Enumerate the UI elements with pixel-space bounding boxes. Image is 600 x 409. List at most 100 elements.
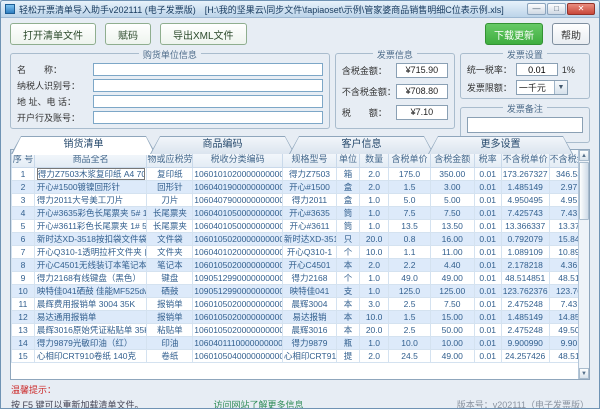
table-cell[interactable]: 2.5 [389,323,431,336]
table-cell[interactable]: 瓶 [337,336,360,349]
table-cell[interactable]: 回形针 [147,180,193,193]
table-cell[interactable]: 1060401900000000000 [193,180,283,193]
table-cell[interactable]: 7.50 [430,206,474,219]
table-cell[interactable]: 筒 [337,219,360,232]
row-number-cell[interactable]: 1 [12,167,35,180]
table-cell[interactable]: 得力2011 [282,193,336,206]
table-cell[interactable]: 4.950495 [501,193,549,206]
table-cell[interactable]: 支 [337,284,360,297]
table-cell[interactable]: 得力2011大号美工刀片 [34,193,147,206]
table-cell[interactable]: 1060105020000000000 [193,323,283,336]
table-cell[interactable]: 0.01 [474,336,501,349]
table-cell[interactable]: 13.366337 [501,219,549,232]
table-cell[interactable]: 笔记本 [147,258,193,271]
chevron-down-icon[interactable]: ▼ [554,81,567,94]
table-cell[interactable]: 0.01 [474,245,501,258]
table-cell[interactable]: 2.475248 [501,297,549,310]
row-number-cell[interactable]: 11 [12,297,35,310]
table-cell[interactable]: 0.01 [474,232,501,245]
table-cell[interactable]: 易达通用报销单 [34,310,147,323]
table-cell[interactable]: 49.0 [389,271,431,284]
table-cell[interactable]: 印油 [147,336,193,349]
table-cell[interactable]: 个 [337,245,360,258]
table-cell[interactable]: 0.01 [474,349,501,362]
table-cell[interactable]: 0.01 [474,193,501,206]
scroll-down-icon[interactable]: ▼ [579,368,589,379]
table-cell[interactable]: 16.00 [430,232,474,245]
table-cell[interactable]: 0.01 [474,297,501,310]
table-cell[interactable]: 2.0 [360,258,389,271]
maximize-button[interactable]: □ [547,3,566,15]
tax-rate-input[interactable] [516,63,558,76]
table-cell[interactable]: 20.0 [360,323,389,336]
table-cell[interactable]: 4.40 [430,258,474,271]
buyer-name-input[interactable] [93,63,323,76]
table-cell[interactable]: 10.89 [549,245,578,258]
table-cell[interactable]: 复印纸 [147,167,193,180]
table-cell[interactable]: 开心C4501无线装订本笔记本 A5 40页 [34,258,147,271]
table-cell[interactable]: 7.43 [549,206,578,219]
table-cell[interactable]: 123.76 [549,284,578,297]
table-cell[interactable]: 15.84 [549,232,578,245]
table-cell[interactable]: 10.0 [360,245,389,258]
table-cell[interactable]: 1060105020000000000 [193,258,283,271]
tab-customer-info[interactable]: 客户信息 [289,136,434,154]
row-number-cell[interactable]: 5 [12,219,35,232]
table-cell[interactable]: 9.900990 [501,336,549,349]
buyer-taxid-input[interactable] [93,79,323,92]
table-cell[interactable]: 1060401050000000000 [193,219,283,232]
table-cell[interactable]: 14.85 [549,310,578,323]
table-cell[interactable]: 3.0 [360,297,389,310]
table-cell[interactable]: 长尾票夹 [147,219,193,232]
table-cell[interactable]: 个 [337,271,360,284]
minimize-button[interactable]: — [527,3,546,15]
table-cell[interactable]: 1.0 [360,206,389,219]
row-number-cell[interactable]: 9 [12,271,35,284]
table-cell[interactable]: 1060407900000000000 [193,193,283,206]
table-cell[interactable]: 报销单 [147,310,193,323]
table-cell[interactable]: 刀片 [147,193,193,206]
table-cell[interactable]: 9.90 [549,336,578,349]
table-cell[interactable]: 文件袋 [147,232,193,245]
table-cell[interactable]: 本 [337,310,360,323]
table-cell[interactable]: 2.178218 [501,258,549,271]
table-cell[interactable]: 只 [337,232,360,245]
scrollbar-thumb[interactable] [579,162,589,220]
table-cell[interactable]: 0.01 [474,206,501,219]
table-cell[interactable]: 得力9879 [282,336,336,349]
table-cell[interactable]: 晨辉3004 [282,297,336,310]
table-cell[interactable]: 本 [337,258,360,271]
table-cell[interactable]: 1.0 [360,193,389,206]
table-cell[interactable]: 2.97 [549,180,578,193]
row-number-cell[interactable]: 15 [12,349,35,362]
table-cell[interactable]: 346.53 [549,167,578,180]
table-cell[interactable]: 硒鼓 [147,284,193,297]
table-cell[interactable]: 1060101020000000000 [193,167,283,180]
table-cell[interactable]: 4.36 [549,258,578,271]
table-cell[interactable]: 350.00 [430,167,474,180]
row-number-cell[interactable]: 2 [12,180,35,193]
table-cell[interactable]: 1090512990000000000 [193,284,283,297]
table-cell[interactable]: 0.01 [474,167,501,180]
row-number-cell[interactable]: 4 [12,206,35,219]
table-cell[interactable]: 1.1 [389,245,431,258]
buyer-address-input[interactable] [93,95,323,108]
table-cell[interactable]: 49.00 [430,349,474,362]
table-cell[interactable]: 0.8 [389,232,431,245]
table-cell[interactable]: 48.514851 [501,271,549,284]
table-cell[interactable]: 晨辉3016原始凭证粘贴单 35K [34,323,147,336]
table-cell[interactable]: 长尾票夹 [147,206,193,219]
row-number-cell[interactable]: 6 [12,232,35,245]
table-cell[interactable]: 13.5 [389,219,431,232]
table-cell[interactable]: 1060401020000000000 [193,245,283,258]
table-cell[interactable]: 1060105020000000000 [193,310,283,323]
table-cell[interactable]: 1.0 [360,219,389,232]
table-cell[interactable]: 晨辉费用报销单 3004 35K [34,297,147,310]
table-cell[interactable]: 1060105020000000000 [193,297,283,310]
cell-edit-box[interactable]: 得力Z7503木浆复印纸 A4 70克 8包 [37,168,146,180]
table-cell[interactable]: 2.0 [360,180,389,193]
table-cell[interactable]: 0.01 [474,271,501,284]
row-number-cell[interactable]: 7 [12,245,35,258]
table-cell[interactable]: 开心Q310-1 [282,245,336,258]
table-cell[interactable]: 2.0 [360,167,389,180]
